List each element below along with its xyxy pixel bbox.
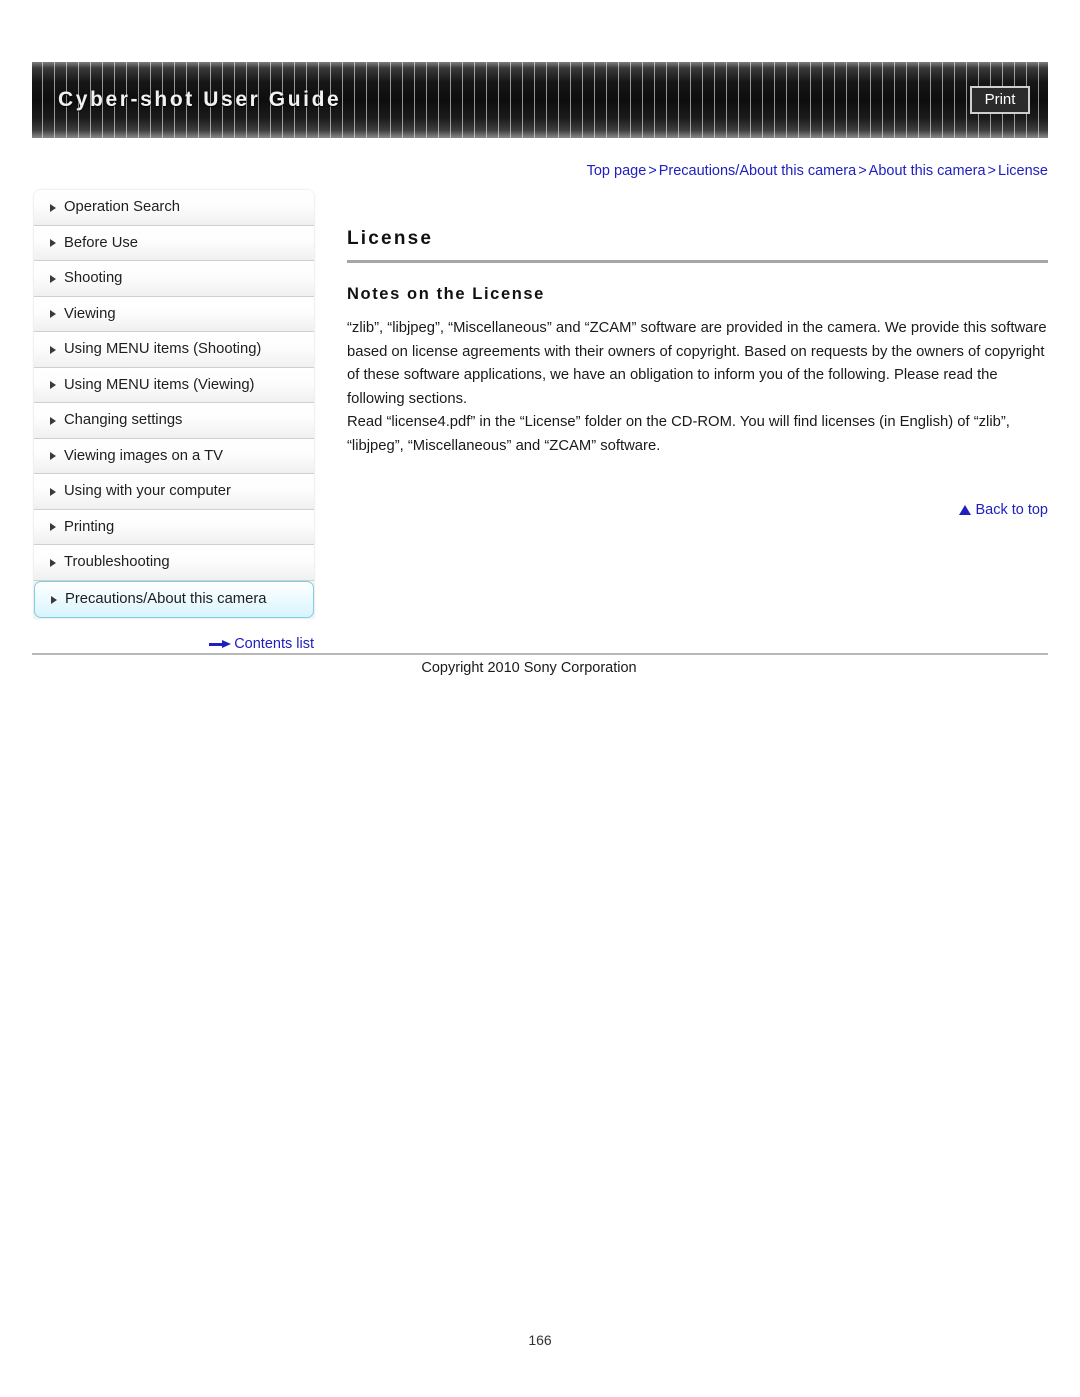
page-root: Cyber-shot User Guide Print Top page > Pre…	[0, 0, 1080, 1397]
triangle-bullet-icon	[50, 203, 56, 212]
sidebar-item-changing-settings[interactable]: Changing settings	[34, 403, 314, 439]
sidebar-item-label: Viewing	[64, 305, 116, 322]
title-divider	[347, 260, 1048, 263]
sidebar-nav: Operation Search Before Use Shooting Vie…	[34, 190, 314, 618]
triangle-bullet-icon	[50, 452, 56, 461]
breadcrumb-separator: >	[987, 163, 997, 179]
sidebar-item-label: Operation Search	[64, 199, 180, 215]
sidebar-item-label: Before Use	[64, 234, 139, 251]
sidebar-item-before-use[interactable]: Before Use	[34, 225, 314, 261]
back-to-top-link[interactable]: Back to top	[347, 502, 1048, 518]
triangle-bullet-icon	[50, 558, 56, 567]
sidebar-item-operation-search[interactable]: Operation Search	[34, 190, 314, 226]
site-title: Cyber-shot User Guide	[58, 88, 342, 111]
breadcrumb-item-about-this-camera[interactable]: About this camera	[869, 163, 986, 179]
sidebar-item-label: Changing settings	[64, 412, 183, 428]
triangle-bullet-icon	[50, 310, 56, 319]
print-button[interactable]: Print	[970, 86, 1030, 114]
site-header: Cyber-shot User Guide Print	[32, 62, 1048, 138]
breadcrumb-item-top-page[interactable]: Top page	[587, 163, 647, 179]
sidebar-item-label: Precautions/About this camera	[65, 590, 267, 607]
sidebar-item-label: Using MENU items (Viewing)	[64, 376, 255, 393]
triangle-bullet-icon	[50, 381, 56, 390]
footer-divider	[32, 653, 1048, 655]
license-paragraph-1: “zlib”, “libjpeg”, “Miscellaneous” and “…	[347, 320, 1047, 407]
main-content: License Notes on the License “zlib”, “li…	[347, 228, 1048, 518]
copyright-text: Copyright 2010 Sony Corporation	[421, 660, 637, 676]
sidebar-item-precautions-about-this-camera[interactable]: Precautions/About this camera	[34, 580, 314, 618]
triangle-bullet-icon	[51, 595, 57, 604]
triangle-up-icon	[959, 505, 972, 515]
breadcrumb: Top page > Precautions/About this camera > A…	[347, 163, 1048, 179]
triangle-bullet-icon	[50, 416, 56, 425]
sidebar-item-using-with-your-computer[interactable]: Using with your computer	[34, 474, 314, 510]
triangle-bullet-icon	[50, 487, 56, 496]
sidebar-item-shooting[interactable]: Shooting	[34, 261, 314, 297]
sidebar-item-printing[interactable]: Printing	[34, 509, 314, 545]
breadcrumb-separator: >	[858, 163, 867, 179]
triangle-bullet-icon	[50, 345, 56, 354]
contents-list-link[interactable]: Contents list	[34, 636, 314, 652]
right-arrow-icon	[209, 640, 232, 649]
sidebar-item-viewing-images-on-a-tv[interactable]: Viewing images on a TV	[34, 438, 314, 474]
back-to-top-label: Back to top	[975, 502, 1048, 518]
sidebar-item-label: Using MENU items (Shooting)	[64, 341, 262, 357]
sidebar-item-using-menu-items-shooting[interactable]: Using MENU items (Shooting)	[34, 332, 314, 368]
sidebar-item-using-menu-items-viewing[interactable]: Using MENU items (Viewing)	[34, 367, 314, 403]
sidebar-item-label: Using with your computer	[64, 483, 231, 499]
sidebar-item-viewing[interactable]: Viewing	[34, 296, 314, 332]
section-heading: Notes on the License	[347, 285, 545, 303]
sidebar-item-troubleshooting[interactable]: Troubleshooting	[34, 545, 314, 581]
page-number: 166	[528, 1332, 552, 1348]
sidebar-item-label: Printing	[64, 518, 115, 535]
page-title: License	[347, 228, 434, 249]
breadcrumb-item-precautions[interactable]: Precautions/About this camera	[659, 163, 856, 179]
sidebar-item-label: Shooting	[64, 270, 123, 286]
license-paragraph-2: Read “license4.pdf” in the “License” fol…	[347, 414, 1010, 454]
contents-list-label: Contents list	[234, 636, 314, 652]
triangle-bullet-icon	[50, 523, 56, 532]
sidebar-item-label: Viewing images on a TV	[64, 447, 224, 464]
breadcrumb-item-license[interactable]: License	[998, 163, 1048, 179]
triangle-bullet-icon	[50, 274, 56, 283]
triangle-bullet-icon	[50, 239, 56, 248]
sidebar-item-label: Troubleshooting	[64, 554, 170, 570]
breadcrumb-separator: >	[648, 163, 657, 179]
